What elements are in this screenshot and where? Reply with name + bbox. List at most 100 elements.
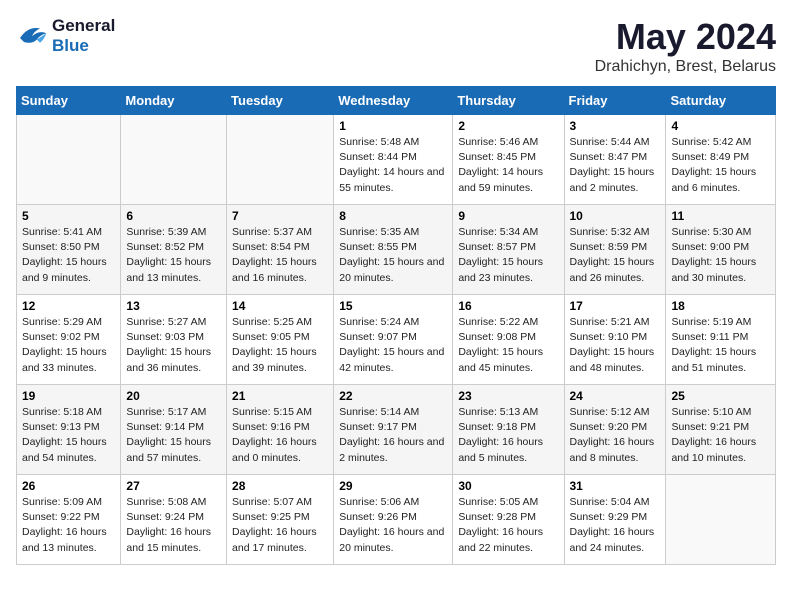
title-area: May 2024 Drahichyn, Brest, Belarus xyxy=(595,16,776,76)
week-row-2: 5 Sunrise: 5:41 AMSunset: 8:50 PMDaylight… xyxy=(17,205,776,295)
day-cell: 9 Sunrise: 5:34 AMSunset: 8:57 PMDaylight… xyxy=(453,205,564,295)
day-info: Sunrise: 5:30 AMSunset: 9:00 PMDaylight:… xyxy=(671,225,770,286)
day-info: Sunrise: 5:24 AMSunset: 9:07 PMDaylight:… xyxy=(339,315,447,376)
day-info: Sunrise: 5:42 AMSunset: 8:49 PMDaylight:… xyxy=(671,135,770,196)
day-info: Sunrise: 5:13 AMSunset: 9:18 PMDaylight:… xyxy=(458,405,558,466)
day-number: 13 xyxy=(126,299,221,313)
day-info: Sunrise: 5:17 AMSunset: 9:14 PMDaylight:… xyxy=(126,405,221,466)
day-info: Sunrise: 5:21 AMSunset: 9:10 PMDaylight:… xyxy=(570,315,661,376)
day-info: Sunrise: 5:29 AMSunset: 9:02 PMDaylight:… xyxy=(22,315,115,376)
day-number: 5 xyxy=(22,209,115,223)
logo-icon xyxy=(16,22,48,50)
day-info: Sunrise: 5:27 AMSunset: 9:03 PMDaylight:… xyxy=(126,315,221,376)
day-cell: 18 Sunrise: 5:19 AMSunset: 9:11 PMDayligh… xyxy=(666,295,776,385)
day-cell: 14 Sunrise: 5:25 AMSunset: 9:05 PMDayligh… xyxy=(227,295,334,385)
day-cell: 10 Sunrise: 5:32 AMSunset: 8:59 PMDayligh… xyxy=(564,205,666,295)
day-cell: 8Sunrise: 5:35 AMSunset: 8:55 PMDaylight… xyxy=(334,205,453,295)
day-cell: 13 Sunrise: 5:27 AMSunset: 9:03 PMDayligh… xyxy=(121,295,227,385)
week-row-4: 19 Sunrise: 5:18 AMSunset: 9:13 PMDayligh… xyxy=(17,385,776,475)
day-cell xyxy=(666,475,776,565)
day-number: 30 xyxy=(458,479,558,493)
day-number: 31 xyxy=(570,479,661,493)
day-cell xyxy=(121,115,227,205)
day-info: Sunrise: 5:12 AMSunset: 9:20 PMDaylight:… xyxy=(570,405,661,466)
day-number: 23 xyxy=(458,389,558,403)
day-info: Sunrise: 5:04 AMSunset: 9:29 PMDaylight:… xyxy=(570,495,661,556)
page-header: General Blue May 2024 Drahichyn, Brest, … xyxy=(16,16,776,76)
col-header-sunday: Sunday xyxy=(17,87,121,115)
day-info: Sunrise: 5:07 AMSunset: 9:25 PMDaylight:… xyxy=(232,495,328,556)
day-cell: 19 Sunrise: 5:18 AMSunset: 9:13 PMDayligh… xyxy=(17,385,121,475)
day-number: 28 xyxy=(232,479,328,493)
day-cell: 2 Sunrise: 5:46 AMSunset: 8:45 PMDaylight… xyxy=(453,115,564,205)
day-cell: 27Sunrise: 5:08 AMSunset: 9:24 PMDayligh… xyxy=(121,475,227,565)
day-info: Sunrise: 5:39 AMSunset: 8:52 PMDaylight:… xyxy=(126,225,221,286)
day-cell: 3 Sunrise: 5:44 AMSunset: 8:47 PMDaylight… xyxy=(564,115,666,205)
day-number: 29 xyxy=(339,479,447,493)
day-info: Sunrise: 5:32 AMSunset: 8:59 PMDaylight:… xyxy=(570,225,661,286)
day-info: Sunrise: 5:18 AMSunset: 9:13 PMDaylight:… xyxy=(22,405,115,466)
day-info: Sunrise: 5:19 AMSunset: 9:11 PMDaylight:… xyxy=(671,315,770,376)
day-info: Sunrise: 5:44 AMSunset: 8:47 PMDaylight:… xyxy=(570,135,661,196)
day-cell: 12Sunrise: 5:29 AMSunset: 9:02 PMDayligh… xyxy=(17,295,121,385)
logo: General Blue xyxy=(16,16,115,55)
day-info: Sunrise: 5:34 AMSunset: 8:57 PMDaylight:… xyxy=(458,225,558,286)
day-number: 17 xyxy=(570,299,661,313)
day-cell: 1 Sunrise: 5:48 AMSunset: 8:44 PMDaylight… xyxy=(334,115,453,205)
col-header-wednesday: Wednesday xyxy=(334,87,453,115)
col-header-friday: Friday xyxy=(564,87,666,115)
day-cell: 25 Sunrise: 5:10 AMSunset: 9:21 PMDayligh… xyxy=(666,385,776,475)
day-info: Sunrise: 5:48 AMSunset: 8:44 PMDaylight:… xyxy=(339,135,447,196)
day-cell: 17 Sunrise: 5:21 AMSunset: 9:10 PMDayligh… xyxy=(564,295,666,385)
day-number: 7 xyxy=(232,209,328,223)
day-info: Sunrise: 5:37 AMSunset: 8:54 PMDaylight:… xyxy=(232,225,328,286)
day-info: Sunrise: 5:46 AMSunset: 8:45 PMDaylight:… xyxy=(458,135,558,196)
day-cell: 22Sunrise: 5:14 AMSunset: 9:17 PMDayligh… xyxy=(334,385,453,475)
day-cell: 29 Sunrise: 5:06 AMSunset: 9:26 PMDayligh… xyxy=(334,475,453,565)
day-number: 1 xyxy=(339,119,447,133)
col-header-monday: Monday xyxy=(121,87,227,115)
day-number: 3 xyxy=(570,119,661,133)
day-number: 19 xyxy=(22,389,115,403)
day-info: Sunrise: 5:25 AMSunset: 9:05 PMDaylight:… xyxy=(232,315,328,376)
day-info: Sunrise: 5:41 AMSunset: 8:50 PMDaylight:… xyxy=(22,225,115,286)
day-cell: 20 Sunrise: 5:17 AMSunset: 9:14 PMDayligh… xyxy=(121,385,227,475)
day-cell: 4Sunrise: 5:42 AMSunset: 8:49 PMDaylight… xyxy=(666,115,776,205)
day-number: 2 xyxy=(458,119,558,133)
day-info: Sunrise: 5:35 AMSunset: 8:55 PMDaylight:… xyxy=(339,225,447,286)
day-cell: 16 Sunrise: 5:22 AMSunset: 9:08 PMDayligh… xyxy=(453,295,564,385)
day-cell: 30 Sunrise: 5:05 AMSunset: 9:28 PMDayligh… xyxy=(453,475,564,565)
day-cell: 28 Sunrise: 5:07 AMSunset: 9:25 PMDayligh… xyxy=(227,475,334,565)
week-row-5: 26 Sunrise: 5:09 AMSunset: 9:22 PMDayligh… xyxy=(17,475,776,565)
day-number: 14 xyxy=(232,299,328,313)
header-row: SundayMondayTuesdayWednesdayThursdayFrid… xyxy=(17,87,776,115)
day-info: Sunrise: 5:15 AMSunset: 9:16 PMDaylight:… xyxy=(232,405,328,466)
day-info: Sunrise: 5:09 AMSunset: 9:22 PMDaylight:… xyxy=(22,495,115,556)
day-cell: 11 Sunrise: 5:30 AMSunset: 9:00 PMDayligh… xyxy=(666,205,776,295)
day-number: 25 xyxy=(671,389,770,403)
day-number: 27 xyxy=(126,479,221,493)
logo-text: General Blue xyxy=(52,16,115,55)
day-number: 18 xyxy=(671,299,770,313)
day-number: 24 xyxy=(570,389,661,403)
day-cell: 23 Sunrise: 5:13 AMSunset: 9:18 PMDayligh… xyxy=(453,385,564,475)
col-header-tuesday: Tuesday xyxy=(227,87,334,115)
month-title: May 2024 xyxy=(595,16,776,58)
day-number: 10 xyxy=(570,209,661,223)
day-info: Sunrise: 5:06 AMSunset: 9:26 PMDaylight:… xyxy=(339,495,447,556)
day-info: Sunrise: 5:22 AMSunset: 9:08 PMDaylight:… xyxy=(458,315,558,376)
day-number: 9 xyxy=(458,209,558,223)
day-number: 15 xyxy=(339,299,447,313)
day-number: 16 xyxy=(458,299,558,313)
week-row-1: 1 Sunrise: 5:48 AMSunset: 8:44 PMDaylight… xyxy=(17,115,776,205)
day-cell: 15 Sunrise: 5:24 AMSunset: 9:07 PMDayligh… xyxy=(334,295,453,385)
week-row-3: 12Sunrise: 5:29 AMSunset: 9:02 PMDayligh… xyxy=(17,295,776,385)
col-header-thursday: Thursday xyxy=(453,87,564,115)
day-cell: 6Sunrise: 5:39 AMSunset: 8:52 PMDaylight… xyxy=(121,205,227,295)
day-number: 26 xyxy=(22,479,115,493)
day-number: 11 xyxy=(671,209,770,223)
day-info: Sunrise: 5:05 AMSunset: 9:28 PMDaylight:… xyxy=(458,495,558,556)
day-cell: 31 Sunrise: 5:04 AMSunset: 9:29 PMDayligh… xyxy=(564,475,666,565)
day-info: Sunrise: 5:10 AMSunset: 9:21 PMDaylight:… xyxy=(671,405,770,466)
day-number: 20 xyxy=(126,389,221,403)
